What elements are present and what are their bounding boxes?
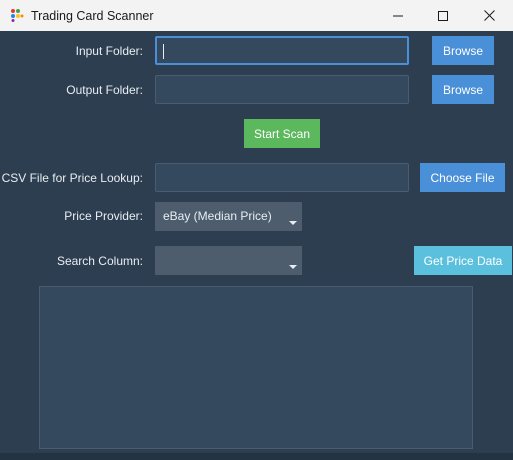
search-column-dropdown[interactable] [155, 246, 302, 275]
csv-file-field[interactable] [155, 163, 409, 192]
start-scan-button[interactable]: Start Scan [244, 119, 320, 148]
bottom-edge [0, 453, 513, 460]
output-folder-field[interactable] [155, 75, 409, 104]
output-folder-label: Output Folder: [66, 83, 143, 97]
output-browse-button[interactable]: Browse [432, 75, 494, 104]
close-icon [483, 10, 495, 21]
window-title: Trading Card Scanner [31, 9, 154, 23]
input-folder-label: Input Folder: [75, 44, 143, 58]
app-window: Trading Card Scanner Input Folder: Brows… [0, 0, 513, 460]
choose-file-button[interactable]: Choose File [420, 163, 505, 192]
get-price-data-button[interactable]: Get Price Data [414, 246, 512, 275]
dropdown-arrow-icon [289, 265, 297, 269]
app-icon [11, 9, 24, 22]
title-bar: Trading Card Scanner [0, 0, 513, 31]
price-provider-value: eBay (Median Price) [163, 209, 272, 223]
maximize-button[interactable] [420, 0, 466, 31]
minimize-icon [393, 15, 403, 16]
search-column-label: Search Column: [56, 254, 143, 268]
dropdown-arrow-icon [289, 221, 297, 225]
results-text-area[interactable] [39, 286, 473, 449]
close-button[interactable] [466, 0, 512, 31]
minimize-button[interactable] [375, 0, 421, 31]
csv-file-label: CSV File for Price Lookup: [1, 171, 143, 185]
maximize-icon [438, 10, 448, 21]
price-provider-label: Price Provider: [64, 209, 143, 223]
price-provider-dropdown[interactable]: eBay (Median Price) [155, 202, 302, 231]
input-browse-button[interactable]: Browse [432, 36, 494, 65]
text-caret [163, 44, 164, 59]
input-folder-field[interactable] [155, 36, 409, 65]
